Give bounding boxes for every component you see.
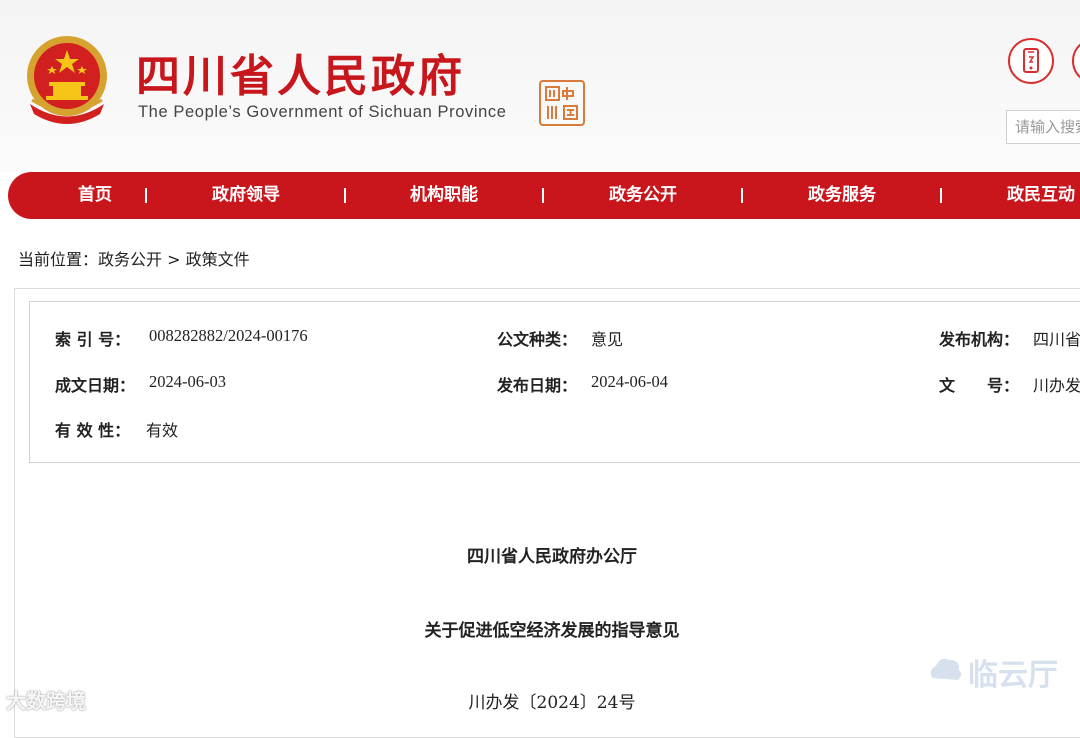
- site-header: 四川省人民政府 The People’s Government of Sichu…: [0, 0, 1080, 172]
- published-date-value: 2024-06-04: [591, 372, 668, 391]
- site-title: 四川省人民政府: [136, 51, 465, 102]
- nav-separator: [344, 188, 346, 203]
- validity-label: 有 效 性：: [55, 421, 131, 440]
- index-number-value: 008282882/2024-00176: [149, 326, 308, 345]
- publisher-label: 发布机构：: [939, 330, 1020, 349]
- document-title: 关于促进低空经济发展的指导意见: [424, 621, 680, 641]
- nav-item-leaders[interactable]: 政府领导: [212, 172, 280, 219]
- document-number: 川办发〔2024〕24号: [468, 693, 636, 713]
- header-shortcut-button[interactable]: [1072, 38, 1080, 84]
- breadcrumb-separator: >: [162, 250, 186, 269]
- mobile-phone-icon: [1023, 48, 1039, 73]
- document-number-label: 文 号：: [939, 376, 1020, 395]
- breadcrumb-prefix: 当前位置：: [18, 250, 99, 269]
- watermark-right: 临云厅: [968, 658, 1058, 693]
- nav-item-services[interactable]: 政务服务: [808, 172, 876, 219]
- sichuan-seal-logo: [539, 80, 585, 126]
- breadcrumb-item-open-government[interactable]: 政务公开: [98, 250, 162, 269]
- nav-separator: [145, 188, 147, 203]
- search-input[interactable]: [1006, 110, 1080, 144]
- publisher-value: 四川省: [1033, 330, 1080, 349]
- main-nav: 首页 政府领导 机构职能 政务公开 政务服务 政民互动: [8, 172, 1080, 219]
- document-issuer: 四川省人民政府办公厅: [467, 547, 637, 567]
- site-subtitle: The People’s Government of Sichuan Provi…: [138, 103, 507, 121]
- national-emblem-icon[interactable]: [22, 34, 112, 126]
- nav-item-functions[interactable]: 机构职能: [410, 172, 478, 219]
- mobile-version-button[interactable]: [1008, 38, 1054, 84]
- published-date-label: 发布日期：: [497, 376, 578, 395]
- nav-item-interaction[interactable]: 政民互动: [1007, 172, 1075, 219]
- nav-item-home[interactable]: 首页: [78, 172, 112, 219]
- watermark-left: 大数跨境: [6, 689, 86, 713]
- nav-separator: [741, 188, 743, 203]
- nav-item-open-government[interactable]: 政务公开: [609, 172, 677, 219]
- index-number-label: 索 引 号：: [55, 330, 131, 349]
- cloud-watermark-icon: [930, 658, 962, 680]
- document-number-value: 川办发: [1033, 376, 1080, 395]
- nav-separator: [940, 188, 942, 203]
- validity-value: 有效: [146, 421, 179, 440]
- document-type-value: 意见: [591, 330, 624, 349]
- document-type-label: 公文种类：: [497, 330, 578, 349]
- created-date-value: 2024-06-03: [149, 372, 226, 391]
- breadcrumb-item-policy-documents[interactable]: 政策文件: [186, 250, 250, 269]
- breadcrumb: 当前位置：政务公开 > 政策文件: [18, 246, 250, 270]
- created-date-label: 成文日期：: [55, 376, 136, 395]
- nav-separator: [542, 188, 544, 203]
